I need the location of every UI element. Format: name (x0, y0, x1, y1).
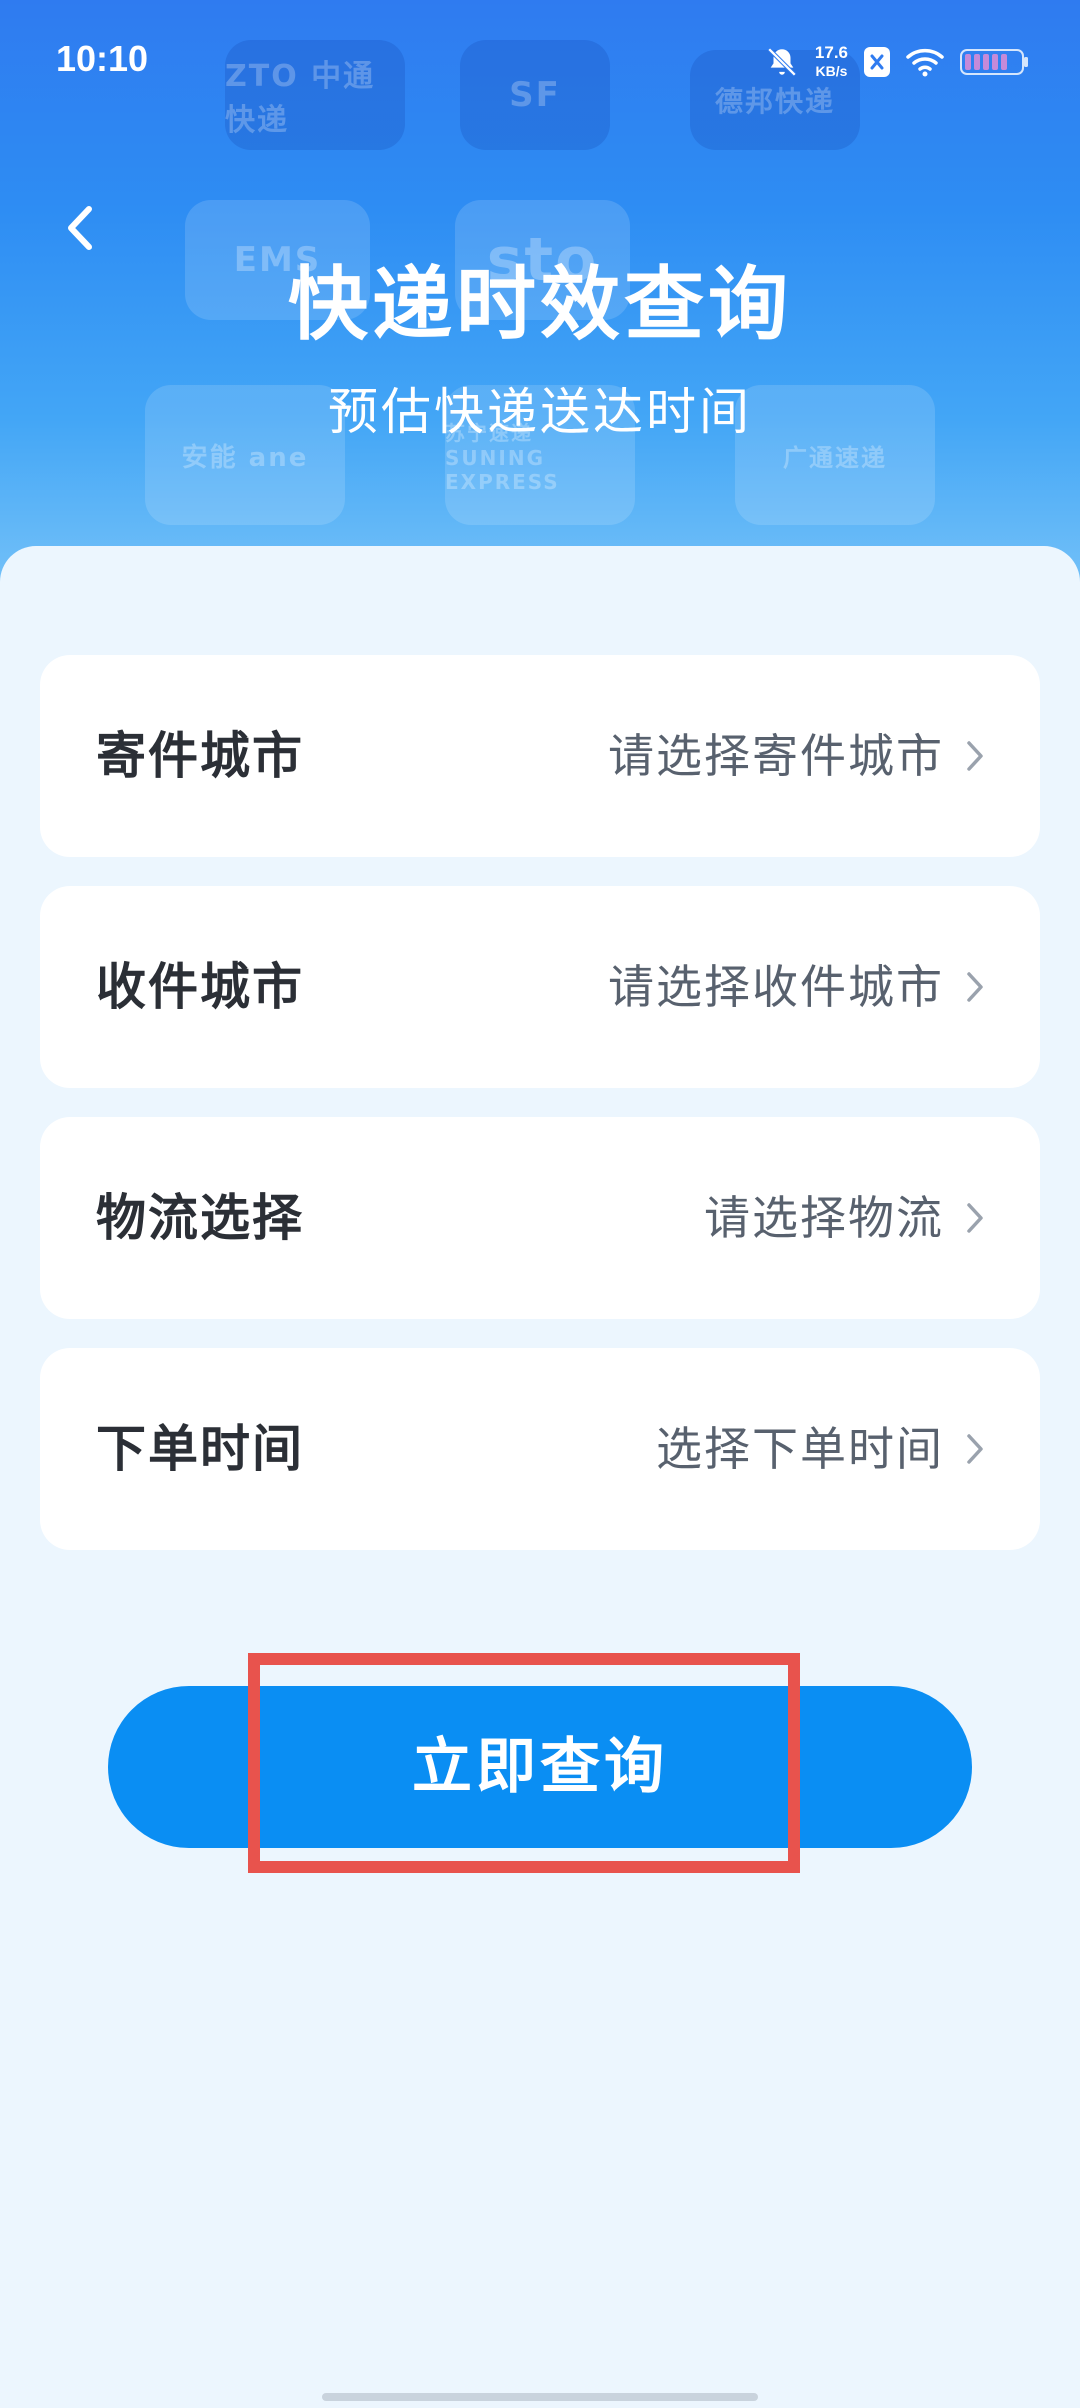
sender-city-label: 寄件城市 (96, 727, 304, 785)
query-button[interactable]: 立即查询 (108, 1686, 972, 1848)
status-icons: 17.6 KB/s (765, 40, 1030, 84)
net-speed-value: 17.6 (814, 43, 848, 62)
receiver-city-label: 收件城市 (96, 958, 304, 1016)
bell-mute-icon (767, 47, 797, 77)
x-app-icon (864, 47, 890, 77)
status-time: 10:10 (56, 38, 149, 79)
status-bar: 10:10 17.6 KB/s (0, 0, 1080, 126)
net-speed-unit: KB/s (815, 63, 848, 79)
wifi-icon (906, 49, 944, 77)
chevron-right-icon (967, 1434, 983, 1464)
logistics-select-row[interactable]: 物流选择 请选择物流 (40, 1117, 1040, 1319)
chevron-right-icon (967, 1203, 983, 1233)
hero-banner: ZTO 中通快递 SF 德邦快递 EMS sto 安能 ane 苏宁速递 SUN… (0, 0, 1080, 600)
receiver-city-row[interactable]: 收件城市 请选择收件城市 (40, 886, 1040, 1088)
logistics-select-label: 物流选择 (96, 1189, 304, 1247)
battery-icon (960, 49, 1028, 75)
logistics-select-value: 请选择物流 (704, 1191, 944, 1245)
receiver-city-value: 请选择收件城市 (608, 960, 944, 1014)
form-panel: 寄件城市 请选择寄件城市 收件城市 请选择收件城市 物流选择 请选择物流 下单时… (0, 546, 1080, 2408)
home-indicator (322, 2393, 758, 2401)
page-title: 快递时效查询 (288, 258, 792, 351)
order-time-value: 选择下单时间 (656, 1422, 944, 1476)
order-time-row[interactable]: 下单时间 选择下单时间 (40, 1348, 1040, 1550)
sender-city-row[interactable]: 寄件城市 请选择寄件城市 (40, 655, 1040, 857)
order-time-label: 下单时间 (96, 1420, 304, 1478)
page-subtitle: 预估快递送达时间 (328, 383, 752, 441)
chevron-right-icon (967, 972, 983, 1002)
net-speed: 17.6 KB/s (815, 44, 848, 80)
sender-city-value: 请选择寄件城市 (608, 729, 944, 783)
chevron-right-icon (967, 741, 983, 771)
